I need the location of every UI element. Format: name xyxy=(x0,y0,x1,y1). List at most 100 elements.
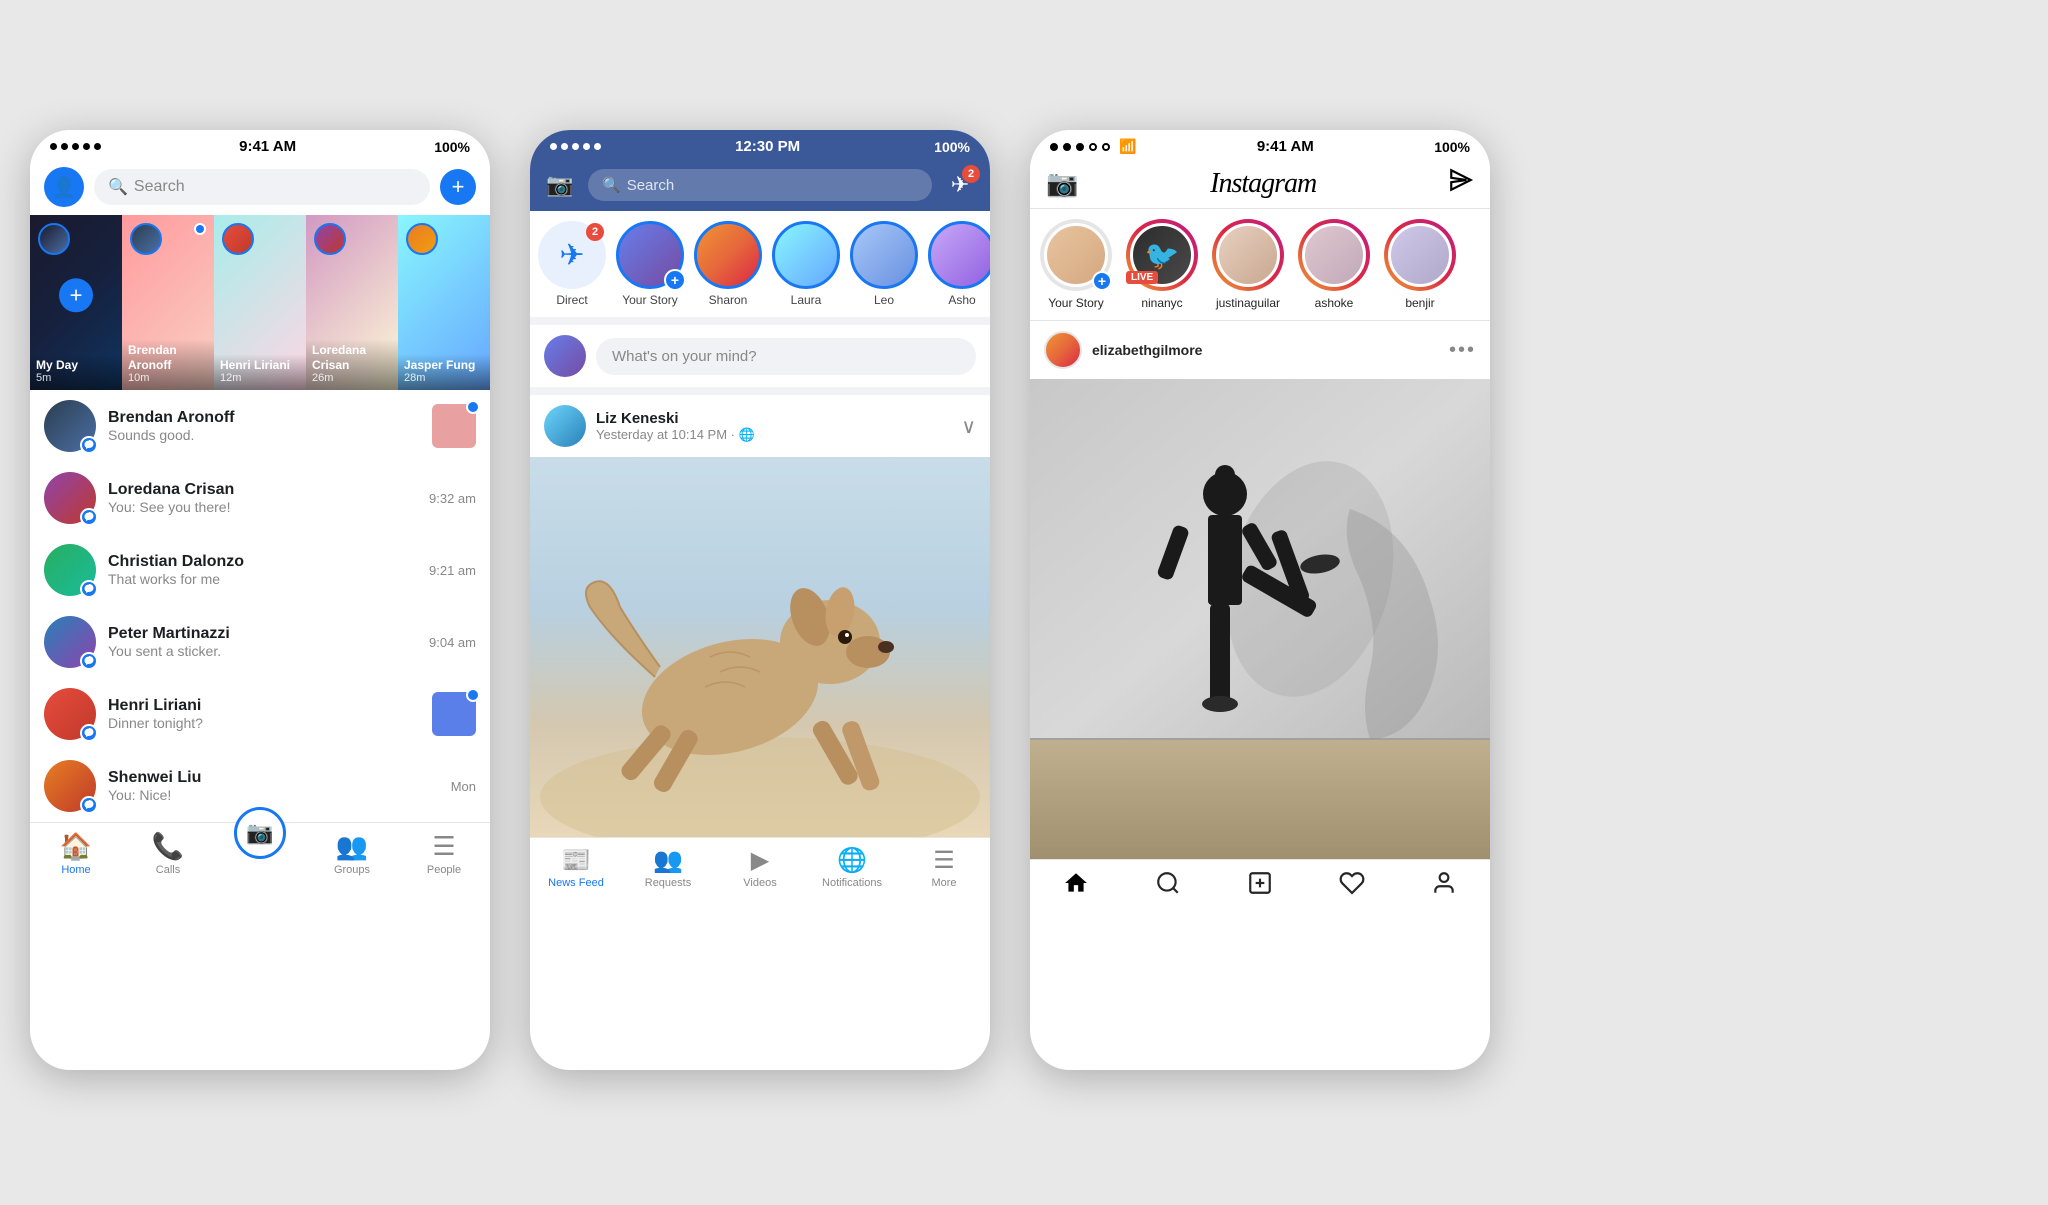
conversation-loredana[interactable]: Loredana Crisan You: See you there! 9:32… xyxy=(30,462,490,534)
liz-avatar xyxy=(544,405,586,447)
new-message-button[interactable]: + xyxy=(440,169,476,205)
ig-send-icon[interactable] xyxy=(1448,167,1474,200)
requests-label: Requests xyxy=(645,877,691,889)
ig-post-username[interactable]: elizabethgilmore xyxy=(1092,342,1439,358)
conversation-christian[interactable]: Christian Dalonzo That works for me 9:21… xyxy=(30,534,490,606)
fb-nav-newsfeed[interactable]: 📰 News Feed xyxy=(530,846,622,889)
messenger-search-bar[interactable]: 🔍 Search xyxy=(94,169,430,205)
fb-nav-notifications[interactable]: 🌐 Notifications xyxy=(806,846,898,889)
shenwei-time: Mon xyxy=(451,779,476,794)
ig-your-story[interactable]: + Your Story xyxy=(1040,219,1112,310)
ig-nav-profile[interactable] xyxy=(1398,870,1490,903)
fb-post-box: What's on your mind? xyxy=(530,325,990,395)
brendan-msg: Sounds good. xyxy=(108,427,420,443)
ig-nav-post[interactable] xyxy=(1214,870,1306,903)
ig-justinaguilar-story[interactable]: justinaguilar xyxy=(1212,219,1284,310)
ig-benjir-story[interactable]: benjir xyxy=(1384,219,1456,310)
henri-thumbnail xyxy=(432,692,476,736)
signal-dots xyxy=(50,143,101,150)
live-badge: LIVE xyxy=(1126,271,1158,284)
henri-msg: Dinner tonight? xyxy=(108,715,420,731)
fb-camera-icon[interactable]: 📷 xyxy=(542,167,578,203)
instagram-bottom-nav xyxy=(1030,859,1490,927)
shenwei-name: Shenwei Liu xyxy=(108,769,439,787)
jasper-story[interactable]: Jasper Fung 28m xyxy=(398,215,490,390)
loredana-name: Loredana Crisan xyxy=(108,481,417,499)
fb-post-input[interactable]: What's on your mind? xyxy=(596,338,976,375)
conversation-brendan[interactable]: Brendan Aronoff Sounds good. xyxy=(30,390,490,462)
ig-nav-home[interactable] xyxy=(1030,870,1122,903)
justinaguilar-ring xyxy=(1212,219,1284,291)
loredana-time: 9:32 am xyxy=(429,491,476,506)
henri-story[interactable]: Henri Liriani 12m xyxy=(214,215,306,390)
signal-dot xyxy=(1089,143,1097,151)
ig-ninanyc-story[interactable]: 🐦 LIVE ninanyc xyxy=(1126,219,1198,310)
messenger-phone: 9:41 AM 100% 👤 🔍 Search + My Day 5m + xyxy=(30,130,490,1070)
home-label: Home xyxy=(61,864,90,876)
brendan-story-name: Brendan Aronoff xyxy=(128,343,208,372)
ig-post-options-icon[interactable]: ••• xyxy=(1449,339,1476,362)
ig-post-header: elizabethgilmore ••• xyxy=(1030,321,1490,379)
nav-groups[interactable]: 👥 Groups xyxy=(306,831,398,876)
fb-nav-more[interactable]: ☰ More xyxy=(898,846,990,889)
facebook-battery: 100% xyxy=(934,139,970,155)
brendan-story-time: 10m xyxy=(128,372,208,384)
fb-nav-requests[interactable]: 👥 Requests xyxy=(622,846,714,889)
add-story-icon: + xyxy=(664,269,686,291)
fb-sharon-story[interactable]: Sharon xyxy=(694,221,762,307)
ig-nav-search[interactable] xyxy=(1122,870,1214,903)
fb-leo-story[interactable]: Leo xyxy=(850,221,918,307)
signal-dot xyxy=(1063,143,1071,151)
camera-button[interactable]: 📷 xyxy=(234,807,286,859)
justinaguilar-label: justinaguilar xyxy=(1216,296,1280,310)
chevron-down-icon[interactable]: ∨ xyxy=(961,414,976,439)
conversation-henri[interactable]: Henri Liriani Dinner tonight? xyxy=(30,678,490,750)
facebook-time: 12:30 PM xyxy=(735,138,800,155)
christian-time: 9:21 am xyxy=(429,563,476,578)
ashoke-ring xyxy=(1298,219,1370,291)
more-icon: ☰ xyxy=(933,846,955,875)
instagram-logo: Instagram xyxy=(1210,168,1316,200)
fb-direct-story[interactable]: ✈ 2 Direct xyxy=(538,221,606,307)
jasper-story-time: 28m xyxy=(404,372,484,384)
messenger-bottom-nav: 🏠 Home 📞 Calls 📷 👥 Groups ☰ People xyxy=(30,822,490,896)
justinaguilar-avatar xyxy=(1216,223,1280,287)
brendan-story-dot xyxy=(194,223,206,235)
sharon-label: Sharon xyxy=(709,293,748,307)
ig-nav-likes[interactable] xyxy=(1306,870,1398,903)
messenger-badge xyxy=(80,652,98,670)
fb-post-header: Liz Keneski Yesterday at 10:14 PM · 🌐 ∨ xyxy=(530,395,990,457)
ig-ashoke-story[interactable]: ashoke xyxy=(1298,219,1370,310)
instagram-battery: 100% xyxy=(1434,139,1470,155)
henri-name: Henri Liriani xyxy=(108,697,420,715)
peter-msg: You sent a sticker. xyxy=(108,643,417,659)
brendan-story[interactable]: Brendan Aronoff 10m xyxy=(122,215,214,390)
conversation-peter[interactable]: Peter Martinazzi You sent a sticker. 9:0… xyxy=(30,606,490,678)
fb-your-story[interactable]: + Your Story xyxy=(616,221,684,307)
ig-camera-icon[interactable]: 📷 xyxy=(1046,168,1078,199)
videos-label: Videos xyxy=(743,877,776,889)
fb-search-bar[interactable]: 🔍 Search xyxy=(588,169,932,201)
messenger-stories-row: My Day 5m + Brendan Aronoff 10m Henri Li… xyxy=(30,215,490,390)
signal-dot xyxy=(72,143,79,150)
messenger-badge xyxy=(80,796,98,814)
fb-asho-story[interactable]: Asho xyxy=(928,221,990,307)
nav-home[interactable]: 🏠 Home xyxy=(30,831,122,876)
fb-post-username: Liz Keneski xyxy=(596,410,951,427)
nav-calls[interactable]: 📞 Calls xyxy=(122,831,214,876)
facebook-stories: ✈ 2 Direct + Your Story Sharon Laura xyxy=(530,211,990,325)
nav-people[interactable]: ☰ People xyxy=(398,831,490,876)
fb-nav-videos[interactable]: ▶ Videos xyxy=(714,846,806,889)
fb-messenger-button[interactable]: ✈ 2 xyxy=(942,167,978,203)
profile-avatar[interactable]: 👤 xyxy=(44,167,84,207)
newsfeed-icon: 📰 xyxy=(561,846,591,875)
nav-camera[interactable]: 📷 xyxy=(214,831,306,876)
calls-icon: 📞 xyxy=(152,831,184,862)
benjir-ring xyxy=(1384,219,1456,291)
messenger-battery: 100% xyxy=(434,139,470,155)
instagram-header: 📷 Instagram xyxy=(1030,159,1490,209)
direct-badge: 2 xyxy=(586,223,604,241)
fb-laura-story[interactable]: Laura xyxy=(772,221,840,307)
my-day-story[interactable]: My Day 5m + xyxy=(30,215,122,390)
loredana-story[interactable]: Loredana Crisan 26m xyxy=(306,215,398,390)
